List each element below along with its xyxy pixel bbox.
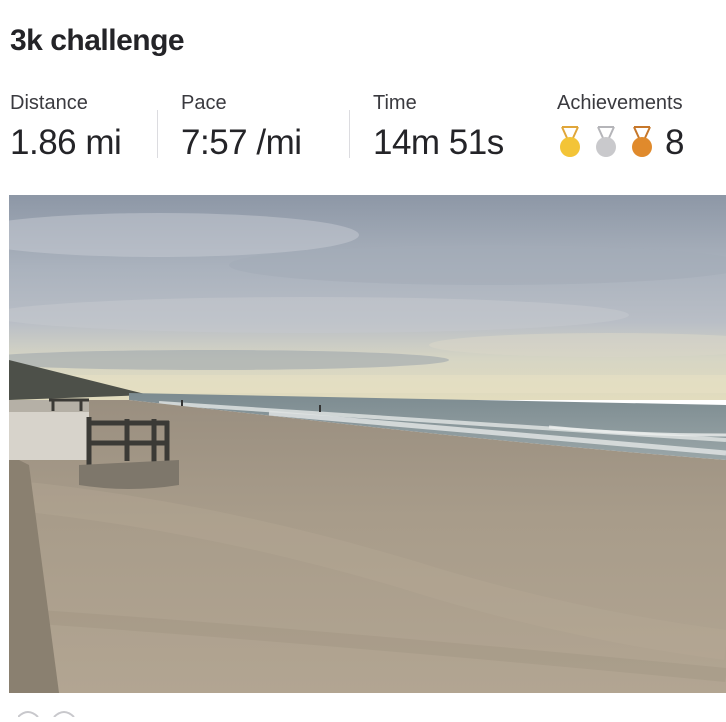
achievements-count: 8	[665, 123, 685, 162]
pager-dots-icon	[17, 711, 75, 718]
stat-achievements[interactable]: Achievements 8	[557, 92, 684, 163]
stat-pace-label: Pace	[181, 92, 227, 114]
stat-divider	[349, 110, 350, 158]
achievements-medals[interactable]: 8	[557, 123, 684, 163]
stat-distance: Distance 1.86 mi	[10, 92, 122, 163]
stat-divider	[157, 110, 158, 158]
photo-indicator	[17, 704, 78, 722]
activity-photo[interactable]	[9, 195, 726, 693]
stat-time: Time 14m 51s	[373, 92, 504, 163]
stat-pace-value: 7:57 /mi	[181, 123, 302, 162]
activity-title[interactable]: 3k challenge	[10, 24, 185, 58]
stat-time-value: 14m 51s	[373, 123, 504, 162]
beach-photo	[9, 195, 726, 693]
stat-time-label: Time	[373, 92, 417, 114]
stat-distance-label: Distance	[10, 92, 88, 114]
bronze-medal-icon	[632, 126, 652, 157]
stats-row: Distance 1.86 mi Pace 7:57 /mi Time 14m …	[0, 92, 726, 172]
gold-medal-icon	[560, 126, 580, 157]
stat-achievements-label: Achievements	[557, 92, 683, 114]
stat-pace: Pace 7:57 /mi	[181, 92, 302, 163]
silver-medal-icon	[596, 126, 616, 157]
stat-distance-value: 1.86 mi	[10, 123, 122, 162]
